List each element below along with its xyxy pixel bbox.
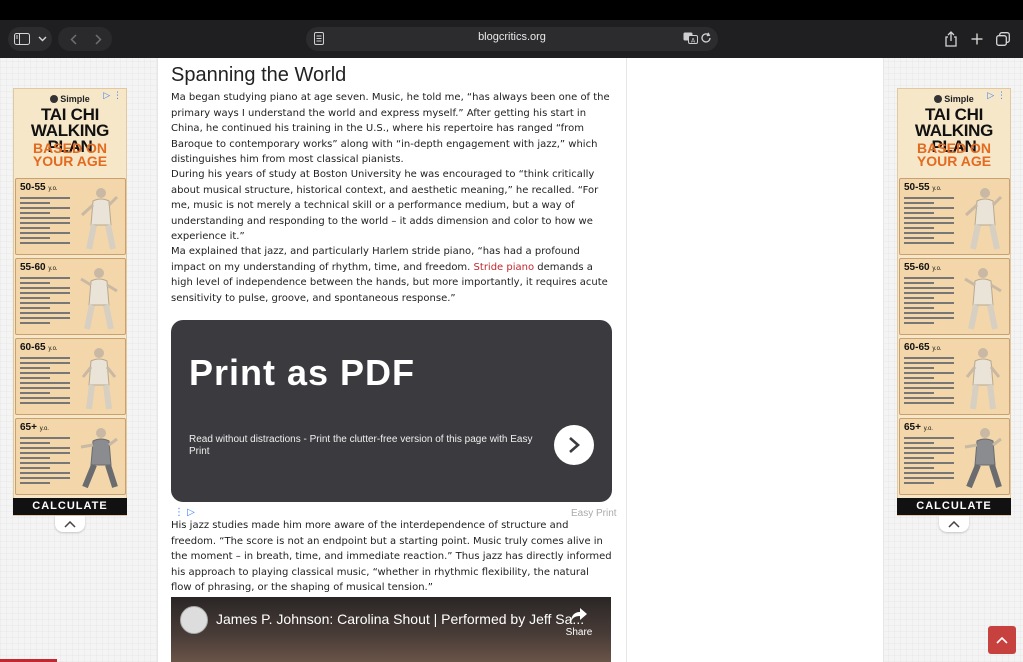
url-text: blogcritics.org (478, 31, 546, 43)
routine-lines (904, 197, 954, 247)
tai-chi-ad-left[interactable]: ▷ ⋮ Simple TAI CHI WALKING PLAN BASED ON… (13, 88, 127, 516)
address-bar[interactable]: blogcritics.org A (306, 27, 718, 51)
tai-chi-figure-icon (964, 188, 1003, 250)
chevron-down-icon (38, 36, 46, 42)
menu-bar (0, 0, 1023, 20)
chevron-up-icon (64, 520, 76, 528)
article-paragraph: Ma explained that jazz, and particularly… (171, 246, 608, 304)
age-group-card[interactable]: 50-55 y.o. (899, 178, 1010, 255)
calculate-button[interactable]: CALCULATE (897, 498, 1011, 515)
reload-icon[interactable] (700, 32, 712, 44)
routine-lines (20, 197, 70, 247)
youtube-video-embed[interactable]: James P. Johnson: Carolina Shout | Perfo… (171, 597, 611, 662)
routine-lines (904, 357, 954, 407)
tabs-icon (996, 32, 1010, 46)
tai-chi-figure-icon (80, 188, 119, 250)
print-title: Print as PDF (189, 352, 416, 393)
ad-brand-logo: Simple (14, 94, 126, 104)
share-label: Share (565, 627, 593, 638)
stride-piano-link[interactable]: Stride piano (474, 262, 535, 273)
share-button[interactable] (940, 28, 962, 50)
scroll-to-top-button[interactable] (988, 626, 1016, 654)
routine-lines (904, 277, 954, 327)
print-pdf-ad[interactable]: Print as PDF Read without distractions -… (171, 320, 612, 502)
age-group-card[interactable]: 50-55 y.o. (15, 178, 126, 255)
ad-brand-logo: Simple (898, 94, 1010, 104)
age-group-card[interactable]: 55-60 y.o. (899, 258, 1010, 335)
routine-lines (20, 277, 70, 327)
collapse-ad-button[interactable] (939, 516, 969, 532)
tai-chi-ad-right[interactable]: ▷ ⋮ Simple TAI CHI WALKING PLAN BASED ON… (897, 88, 1011, 516)
routine-lines (20, 437, 70, 487)
age-label: 65+ y.o. (904, 422, 933, 433)
navigation-buttons (58, 27, 112, 51)
back-button[interactable] (66, 32, 80, 46)
ad-subtitle: BASED ON YOUR AGE (916, 140, 992, 169)
age-group-card[interactable]: 55-60 y.o. (15, 258, 126, 335)
chevron-right-icon (569, 437, 580, 453)
tai-chi-figure-icon (964, 268, 1002, 330)
web-page: ▷ ⋮ Simple TAI CHI WALKING PLAN BASED ON… (0, 58, 1023, 662)
chevron-left-icon (69, 33, 77, 45)
share-arrow-icon (571, 608, 587, 622)
video-share-button[interactable]: Share (564, 607, 594, 638)
age-label: 55-60 y.o. (20, 262, 58, 273)
age-label: 55-60 y.o. (904, 262, 942, 273)
calculate-button[interactable]: CALCULATE (13, 498, 127, 515)
video-title[interactable]: James P. Johnson: Carolina Shout | Perfo… (216, 611, 584, 627)
chevron-up-icon (948, 520, 960, 528)
tai-chi-figure-icon (965, 348, 1001, 410)
plus-icon (971, 33, 983, 45)
ad-subtitle: BASED ON YOUR AGE (32, 140, 108, 169)
tai-chi-figure-icon (80, 268, 118, 330)
tai-chi-figure-icon (80, 428, 118, 489)
new-tab-button[interactable] (966, 28, 988, 50)
article-paragraph: During his years of study at Boston Univ… (171, 169, 599, 243)
routine-lines (20, 357, 70, 407)
age-group-card[interactable]: 65+ y.o. (899, 418, 1010, 495)
article-paragraph: His jazz studies made him more aware of … (171, 520, 612, 594)
chevron-up-icon (996, 636, 1008, 644)
tab-overview-button[interactable] (992, 28, 1014, 50)
age-group-card[interactable]: 65+ y.o. (15, 418, 126, 495)
channel-avatar[interactable] (180, 606, 208, 634)
print-go-button[interactable] (554, 425, 594, 465)
age-label: 50-55 y.o. (20, 182, 58, 193)
age-label: 60-65 y.o. (20, 342, 58, 353)
print-description: Read without distractions - Print the cl… (189, 434, 533, 457)
sidebar-column (627, 58, 884, 662)
age-label: 50-55 y.o. (904, 182, 942, 193)
collapse-ad-button[interactable] (55, 516, 85, 532)
chevron-right-icon (94, 33, 102, 45)
sidebar-toggle-button[interactable] (8, 27, 52, 51)
age-label: 60-65 y.o. (904, 342, 942, 353)
browser-toolbar: blogcritics.org A (0, 0, 1023, 58)
age-label: 65+ y.o. (20, 422, 49, 433)
section-heading: Spanning the World (171, 64, 347, 86)
adchoices-icon[interactable]: ⋮ ▷ (174, 507, 195, 518)
sidebar-icon (13, 33, 30, 45)
age-group-card[interactable]: 60-65 y.o. (899, 338, 1010, 415)
tai-chi-figure-icon (964, 428, 1002, 489)
forward-button[interactable] (91, 32, 105, 46)
tai-chi-figure-icon (81, 348, 117, 410)
routine-lines (904, 437, 954, 487)
share-icon (945, 31, 957, 47)
translate-icon[interactable]: A (683, 32, 698, 44)
article-paragraph: Ma began studying piano at age seven. Mu… (171, 92, 610, 166)
age-group-card[interactable]: 60-65 y.o. (15, 338, 126, 415)
